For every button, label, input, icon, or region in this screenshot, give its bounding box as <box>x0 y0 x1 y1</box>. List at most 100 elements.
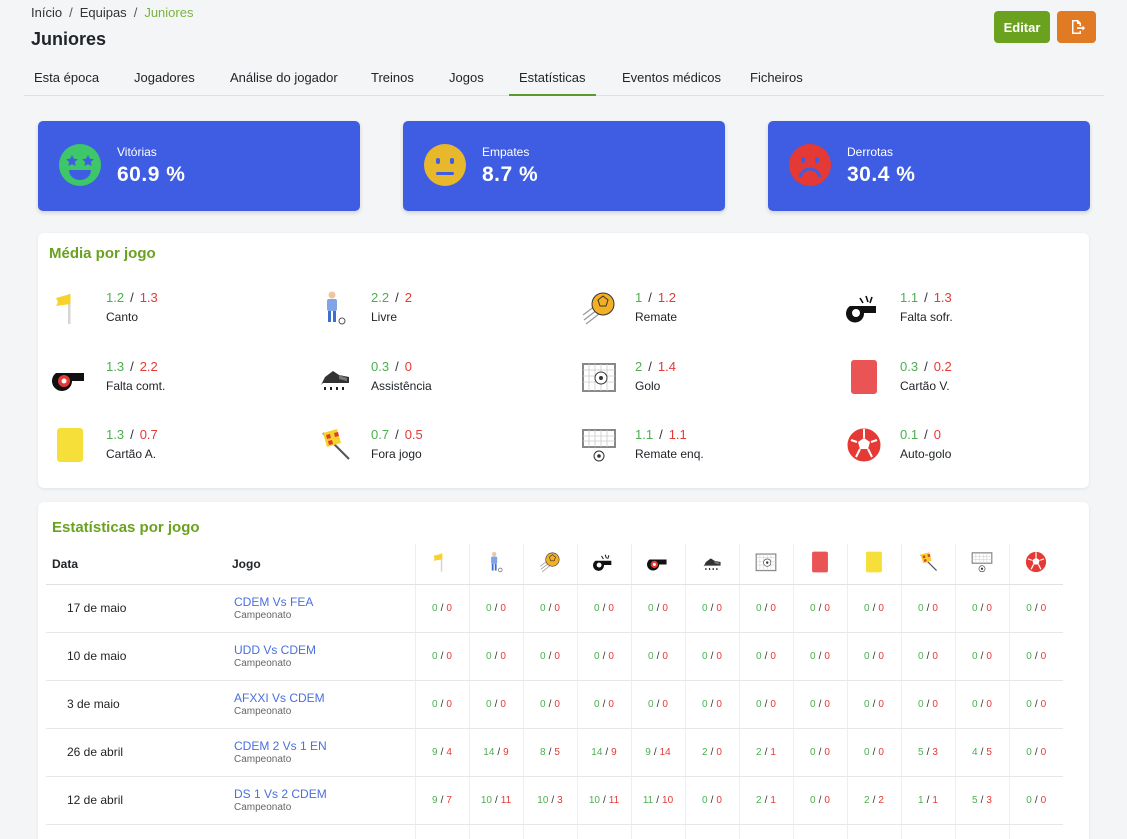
stat-cell: 0/0 <box>684 584 739 633</box>
average-stat-name: Falta comt. <box>106 379 166 393</box>
stat-against-value: 1.3 <box>933 290 952 305</box>
stat-separator: / <box>653 746 657 758</box>
average-panel-title: Média por jogo <box>49 245 156 262</box>
stat-against-value: 0.5 <box>404 427 423 442</box>
average-stat-values: 1.3 / 2.2 <box>106 359 158 374</box>
stat-against-value: 0 <box>554 650 560 662</box>
game-link[interactable]: AFXXI Vs CDEM <box>234 691 415 705</box>
stat-against-value: 5 <box>554 746 560 758</box>
average-per-game-panel: Média por jogo 1.2/1.3 Canto 2.2/2 Livre 1/1… <box>38 233 1089 488</box>
stat-for-value: 10 <box>537 794 549 806</box>
stat-against-value: 2.2 <box>139 359 158 374</box>
stat-cell: 0/0 <box>522 584 577 633</box>
game-competition: Campeonato <box>234 802 292 813</box>
stats-panel-title: Estatísticas por jogo <box>52 519 200 536</box>
tab-jogadores[interactable]: Jogadores <box>124 62 220 96</box>
stat-separator: / <box>1034 746 1038 758</box>
table-row: 3 de maio AFXXI Vs CDEM Campeonato 0/0 0/0 0/… <box>46 680 1063 729</box>
edit-button[interactable]: Editar <box>994 11 1050 43</box>
stat-against-value: 4 <box>446 746 452 758</box>
stat-against-value: 2 <box>878 794 884 806</box>
stat-separator: / <box>548 602 552 614</box>
stat-cell <box>846 824 901 839</box>
stat-separator: / <box>605 746 609 758</box>
tab-analise-jogador[interactable]: Análise do jogador <box>220 62 361 96</box>
stat-column-header <box>576 544 631 585</box>
game-date: 17 de maio <box>46 584 226 633</box>
game-link[interactable]: CDEM Vs FEA <box>234 595 415 609</box>
shot-on-target-icon <box>971 551 993 576</box>
stat-for-value: 0 <box>594 698 600 710</box>
stat-cell <box>1008 824 1063 839</box>
stat-against-value: 7 <box>446 794 452 806</box>
losses-card: Derrotas 30.4 % <box>768 121 1090 211</box>
red-whistle-icon <box>647 551 669 576</box>
stat-cell: 0/0 <box>576 680 631 729</box>
stat-cell: 5/3 <box>954 776 1009 825</box>
stat-separator: / <box>764 794 768 806</box>
tab-jogos[interactable]: Jogos <box>439 62 509 96</box>
stat-against-value: 1 <box>932 794 938 806</box>
offside-flag-icon <box>317 425 353 465</box>
stat-column-header <box>954 544 1009 585</box>
stat-cell: 0/0 <box>1008 728 1063 777</box>
stat-cell <box>954 824 1009 839</box>
stat-for-value: 4 <box>972 746 978 758</box>
stat-separator: / <box>395 359 399 374</box>
stat-against-value: 0 <box>1040 794 1047 806</box>
game-link[interactable]: UDD Vs CDEM <box>234 643 415 657</box>
stat-against-value: 0 <box>878 746 884 758</box>
stat-separator: / <box>659 427 663 442</box>
stat-separator: / <box>130 359 134 374</box>
stat-against-value: 0 <box>716 650 722 662</box>
stat-separator: / <box>656 602 660 614</box>
stat-separator: / <box>926 602 930 614</box>
stat-separator: / <box>710 602 714 614</box>
stat-against-value: 3 <box>932 746 938 758</box>
stat-cell: 0/0 <box>738 680 793 729</box>
stat-cell: 0/0 <box>468 632 523 681</box>
whistle-icon <box>846 288 882 328</box>
stat-for-value: 0 <box>810 698 816 710</box>
game-date: 10 de maio <box>46 632 226 681</box>
tab-treinos[interactable]: Treinos <box>361 62 439 96</box>
stat-against-value: 0 <box>662 650 668 662</box>
stat-for-value: 0 <box>756 698 762 710</box>
stat-for-value: 0 <box>972 698 978 710</box>
breadcrumb-home[interactable]: Início <box>31 5 62 20</box>
stat-against-value: 1.1 <box>668 427 687 442</box>
stat-separator: / <box>395 427 399 442</box>
stat-for-value: 1.3 <box>106 427 125 442</box>
average-stat-item: 1 / 1.2 Remate <box>581 288 821 328</box>
stat-cell <box>414 824 469 839</box>
tab-eventos-medicos[interactable]: Eventos médicos <box>596 62 730 96</box>
stat-for-value: 9 <box>432 746 438 758</box>
stat-separator: / <box>710 698 714 710</box>
boot-icon <box>317 357 353 397</box>
stat-against-value: 0 <box>770 698 776 710</box>
neutral-face-icon <box>424 144 466 186</box>
stat-for-value: 0 <box>864 650 870 662</box>
tab-estatisticas[interactable]: Estatísticas <box>509 62 596 96</box>
game-link[interactable]: CDEM 2 Vs 1 EN <box>234 739 415 753</box>
stat-separator: / <box>440 650 444 662</box>
stat-cell: 0/0 <box>792 584 847 633</box>
stat-for-value: 2 <box>756 746 762 758</box>
breadcrumb-teams[interactable]: Equipas <box>80 5 127 20</box>
breadcrumb-separator: / <box>69 5 73 20</box>
stat-against-value: 0 <box>932 698 938 710</box>
stat-for-value: 1.2 <box>106 290 125 305</box>
losses-value: 30.4 % <box>847 163 916 186</box>
game-link[interactable]: DS 1 Vs 2 CDEM <box>234 787 415 801</box>
stat-against-value: 0 <box>932 650 938 662</box>
stat-cell: 0/0 <box>846 632 901 681</box>
stat-separator: / <box>548 698 552 710</box>
goal-net-icon <box>755 551 777 576</box>
stat-for-value: 0 <box>432 698 438 710</box>
stat-cell <box>576 824 631 839</box>
tab-ficheiros[interactable]: Ficheiros <box>730 62 816 96</box>
stat-cell <box>684 824 739 839</box>
stat-against-value: 0 <box>662 602 668 614</box>
export-button[interactable] <box>1057 11 1096 43</box>
tab-esta-epoca[interactable]: Esta época <box>24 62 124 96</box>
